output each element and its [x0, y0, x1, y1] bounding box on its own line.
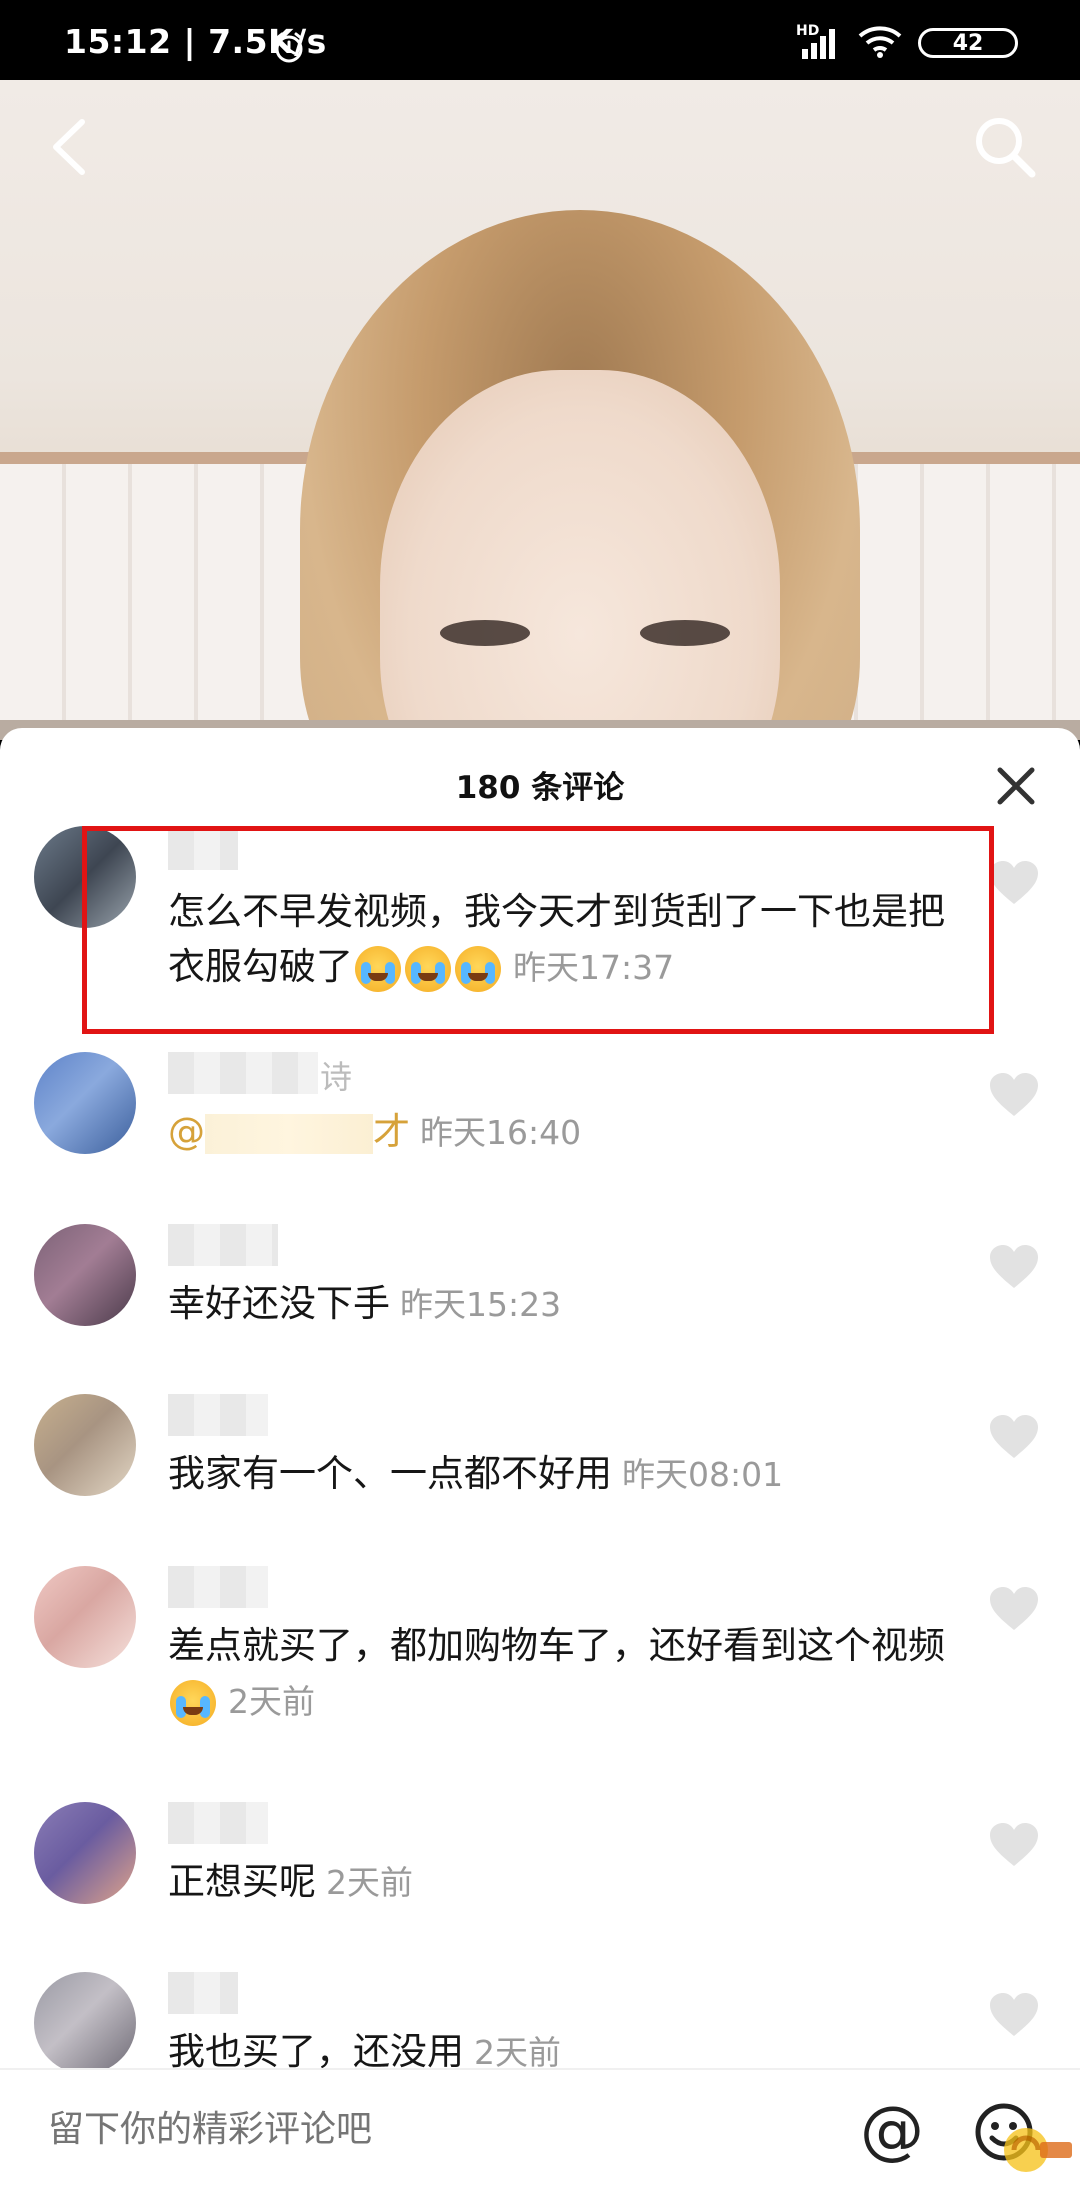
- alarm-icon: [272, 30, 306, 68]
- comment-text: 正想买呢 2天前: [168, 1854, 968, 1910]
- like-heart-icon[interactable]: [988, 1586, 1040, 1632]
- comment-item: 差点就买了，都加购物车了，还好看到这个视频 2天前: [0, 1566, 1080, 1766]
- comment-text: 我家有一个、一点都不好用 昨天08:01: [168, 1446, 968, 1502]
- status-bar: 15:12 | 7.5K/s HD 42: [0, 0, 1080, 80]
- comment-body: 我也买了，还没用: [168, 2030, 464, 2072]
- like-heart-icon[interactable]: [988, 1992, 1040, 2038]
- comments-panel: 180 条评论 怎么不早发视频，我今天才到货刮了一下也是把衣服勾破了 昨天17:3…: [0, 728, 1080, 2193]
- comment-time: 昨天16:40: [420, 1113, 582, 1152]
- comment-input-bar: @: [0, 2068, 1080, 2195]
- comment-item: 正想买呢 2天前: [0, 1802, 1080, 1952]
- mention-prefix[interactable]: @: [168, 1110, 205, 1153]
- crying-emoji: [355, 945, 401, 992]
- comment-body: 正想买呢: [168, 1860, 316, 1903]
- comment-time: 2天前: [474, 2033, 561, 2072]
- video-subject-eye-right: [640, 620, 730, 646]
- comment-time: 2天前: [326, 1863, 413, 1902]
- comment-time: 昨天17:37: [513, 948, 675, 987]
- username-blurred[interactable]: [168, 1566, 268, 1608]
- comments-count-title: 180 条评论: [455, 770, 625, 806]
- like-heart-icon[interactable]: [988, 1072, 1040, 1118]
- comment-body: 差点就买了，都加购物车了，还好看到这个视频: [168, 1624, 945, 1667]
- username-suffix: 诗: [320, 1058, 353, 1096]
- comment-item: 我也买了，还没用 2天前: [0, 1972, 1080, 2072]
- status-right: HD 42: [796, 23, 1018, 62]
- video-subject-face: [380, 370, 780, 740]
- comment-text: @ 才昨天16:40: [168, 1104, 968, 1160]
- username-blurred[interactable]: [168, 1394, 268, 1436]
- username-blurred[interactable]: [168, 828, 238, 870]
- signal-icon: HD: [796, 23, 842, 59]
- avatar[interactable]: [34, 1802, 136, 1904]
- avatar[interactable]: [34, 1394, 136, 1496]
- avatar[interactable]: [34, 1224, 136, 1326]
- comment-time: 昨天08:01: [622, 1455, 784, 1494]
- battery-icon: 42: [918, 28, 1018, 58]
- comment-item: 怎么不早发视频，我今天才到货刮了一下也是把衣服勾破了 昨天17:37: [0, 826, 1080, 996]
- video-subject-eye-left: [440, 620, 530, 646]
- username-blurred[interactable]: 诗: [168, 1052, 352, 1096]
- comment-text: 幸好还没下手 昨天15:23: [168, 1276, 968, 1332]
- battery-level: 42: [952, 30, 984, 56]
- site-watermark-logo: [1000, 2120, 1074, 2180]
- avatar[interactable]: [34, 826, 136, 928]
- like-heart-icon[interactable]: [988, 1244, 1040, 1290]
- comment-text: 差点就买了，都加购物车了，还好看到这个视频 2天前: [168, 1618, 968, 1729]
- comment-time: 昨天15:23: [400, 1285, 562, 1324]
- mention-username-blurred[interactable]: [205, 1113, 373, 1154]
- back-arrow-icon[interactable]: [40, 112, 100, 182]
- comment-input[interactable]: [46, 2108, 810, 2151]
- avatar[interactable]: [34, 1566, 136, 1668]
- like-heart-icon[interactable]: [988, 1822, 1040, 1868]
- comment-item: 我家有一个、一点都不好用 昨天08:01: [0, 1394, 1080, 1544]
- comment-text: 怎么不早发视频，我今天才到货刮了一下也是把衣服勾破了 昨天17:37: [168, 884, 968, 995]
- mention-button[interactable]: @: [860, 2096, 924, 2166]
- comment-time: 2天前: [228, 1682, 315, 1721]
- comment-body: 幸好还没下手: [168, 1282, 390, 1325]
- video-player[interactable]: [0, 80, 1080, 740]
- crying-emoji: [405, 945, 451, 992]
- like-heart-icon[interactable]: [988, 860, 1040, 906]
- comment-text: 我也买了，还没用 2天前: [168, 2024, 968, 2072]
- like-heart-icon[interactable]: [988, 1414, 1040, 1460]
- username-blurred[interactable]: [168, 1802, 268, 1844]
- username-blurred[interactable]: [168, 1972, 238, 2014]
- comment-body: 我家有一个、一点都不好用: [168, 1452, 612, 1495]
- avatar[interactable]: [34, 1052, 136, 1154]
- avatar[interactable]: [34, 1972, 136, 2072]
- comment-item: 幸好还没下手 昨天15:23: [0, 1224, 1080, 1374]
- username-blurred[interactable]: [168, 1224, 278, 1266]
- rofl-emoji: [170, 1679, 216, 1726]
- mention-suffix[interactable]: 才: [373, 1110, 410, 1153]
- close-icon[interactable]: [992, 762, 1040, 810]
- comment-item: 诗 @ 才昨天16:40: [0, 1052, 1080, 1202]
- wifi-icon: [858, 24, 902, 62]
- crying-emoji: [455, 945, 501, 992]
- search-icon[interactable]: [970, 112, 1040, 182]
